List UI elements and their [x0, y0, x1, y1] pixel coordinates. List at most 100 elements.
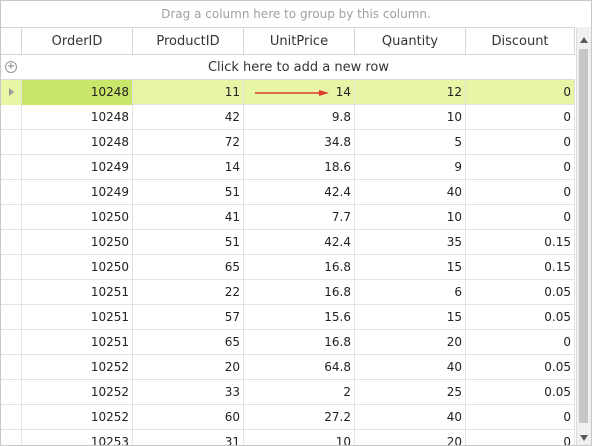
cell-productid[interactable]: 60	[133, 405, 244, 430]
cell-quantity[interactable]: 5	[355, 130, 466, 155]
table-row[interactable]: 10249 51 42.4 40 0	[1, 180, 575, 205]
cell-unitprice[interactable]: 16.8	[244, 255, 355, 280]
row-indicator[interactable]	[1, 255, 22, 280]
cell-productid[interactable]: 20	[133, 355, 244, 380]
cell-unitprice[interactable]: 42.4	[244, 230, 355, 255]
cell-productid[interactable]: 57	[133, 305, 244, 330]
cell-quantity[interactable]: 35	[355, 230, 466, 255]
cell-unitprice[interactable]: 10	[244, 430, 355, 445]
column-header-unitprice[interactable]: UnitPrice	[244, 28, 355, 55]
cell-discount[interactable]: 0.05	[466, 355, 575, 380]
table-row[interactable]: 10252 60 27.2 40 0	[1, 405, 575, 430]
cell-discount[interactable]: 0	[466, 105, 575, 130]
cell-discount[interactable]: 0	[466, 130, 575, 155]
cell-unitprice[interactable]: 2	[244, 380, 355, 405]
cell-productid[interactable]: 51	[133, 230, 244, 255]
cell-discount[interactable]: 0	[466, 80, 575, 105]
cell-productid[interactable]: 22	[133, 280, 244, 305]
cell-unitprice[interactable]: 64.8	[244, 355, 355, 380]
cell-discount[interactable]: 0.05	[466, 280, 575, 305]
row-indicator[interactable]	[1, 380, 22, 405]
cell-orderid[interactable]: 10252	[22, 380, 133, 405]
cell-orderid[interactable]: 10251	[22, 280, 133, 305]
cell-unitprice[interactable]: 34.8	[244, 130, 355, 155]
cell-quantity[interactable]: 25	[355, 380, 466, 405]
table-row[interactable]: 10251 57 15.6 15 0.05	[1, 305, 575, 330]
cell-unitprice[interactable]: 7.7	[244, 205, 355, 230]
cell-quantity[interactable]: 6	[355, 280, 466, 305]
cell-orderid[interactable]: 10250	[22, 255, 133, 280]
cell-orderid[interactable]: 10249	[22, 180, 133, 205]
scroll-down-icon[interactable]	[580, 435, 588, 441]
column-header-discount[interactable]: Discount	[466, 28, 575, 55]
cell-productid[interactable]: 14	[133, 155, 244, 180]
row-indicator[interactable]	[1, 405, 22, 430]
cell-productid[interactable]: 51	[133, 180, 244, 205]
cell-unitprice[interactable]: 16.8	[244, 280, 355, 305]
cell-productid[interactable]: 11	[133, 80, 244, 105]
cell-orderid[interactable]: 10252	[22, 355, 133, 380]
row-indicator[interactable]	[1, 430, 22, 445]
scroll-thumb[interactable]	[579, 49, 588, 423]
table-row[interactable]: 10251 22 16.8 6 0.05	[1, 280, 575, 305]
cell-unitprice[interactable]: 27.2	[244, 405, 355, 430]
cell-unitprice[interactable]: 42.4	[244, 180, 355, 205]
add-new-row-label[interactable]: Click here to add a new row	[22, 55, 575, 80]
cell-quantity[interactable]: 15	[355, 255, 466, 280]
table-row[interactable]: 10251 65 16.8 20 0	[1, 330, 575, 355]
cell-discount[interactable]: 0	[466, 330, 575, 355]
column-header-orderid[interactable]: OrderID	[22, 28, 133, 55]
row-indicator[interactable]	[1, 105, 22, 130]
row-indicator[interactable]	[1, 180, 22, 205]
cell-productid[interactable]: 72	[133, 130, 244, 155]
column-header-quantity[interactable]: Quantity	[355, 28, 466, 55]
cell-discount[interactable]: 0	[466, 205, 575, 230]
add-new-row[interactable]: + Click here to add a new row	[1, 55, 575, 80]
cell-productid[interactable]: 42	[133, 105, 244, 130]
row-indicator[interactable]	[1, 205, 22, 230]
cell-orderid[interactable]: 10250	[22, 205, 133, 230]
cell-quantity[interactable]: 20	[355, 430, 466, 445]
cell-discount[interactable]: 0.15	[466, 230, 575, 255]
cell-quantity[interactable]: 9	[355, 155, 466, 180]
table-row[interactable]: 10250 65 16.8 15 0.15	[1, 255, 575, 280]
cell-unitprice[interactable]: 9.8	[244, 105, 355, 130]
cell-quantity[interactable]: 10	[355, 205, 466, 230]
cell-quantity[interactable]: 12	[355, 80, 466, 105]
cell-quantity[interactable]: 40	[355, 180, 466, 205]
cell-orderid[interactable]: 10253	[22, 430, 133, 445]
cell-unitprice[interactable]: 15.6	[244, 305, 355, 330]
cell-discount[interactable]: 0	[466, 180, 575, 205]
row-indicator[interactable]	[1, 355, 22, 380]
cell-orderid[interactable]: 10250	[22, 230, 133, 255]
cell-orderid[interactable]: 10252	[22, 405, 133, 430]
cell-discount[interactable]: 0.15	[466, 255, 575, 280]
cell-orderid[interactable]: 10248	[22, 80, 133, 105]
scroll-up-icon[interactable]	[580, 37, 588, 43]
cell-orderid[interactable]: 10251	[22, 330, 133, 355]
cell-discount[interactable]: 0.05	[466, 305, 575, 330]
table-row[interactable]: 10252 20 64.8 40 0.05	[1, 355, 575, 380]
cell-unitprice[interactable]: 18.6	[244, 155, 355, 180]
table-row[interactable]: 10248 42 9.8 10 0	[1, 105, 575, 130]
cell-unitprice[interactable]: 16.8	[244, 330, 355, 355]
cell-discount[interactable]: 0	[466, 430, 575, 445]
cell-orderid[interactable]: 10251	[22, 305, 133, 330]
row-indicator[interactable]	[1, 330, 22, 355]
row-indicator[interactable]	[1, 305, 22, 330]
row-indicator[interactable]	[1, 280, 22, 305]
cell-quantity[interactable]: 40	[355, 355, 466, 380]
column-header-productid[interactable]: ProductID	[133, 28, 244, 55]
table-row[interactable]: 10250 51 42.4 35 0.15	[1, 230, 575, 255]
cell-discount[interactable]: 0	[466, 155, 575, 180]
group-panel[interactable]: Drag a column here to group by this colu…	[1, 1, 591, 27]
cell-quantity[interactable]: 20	[355, 330, 466, 355]
row-indicator[interactable]	[1, 230, 22, 255]
row-indicator[interactable]	[1, 155, 22, 180]
table-row[interactable]: 10248 72 34.8 5 0	[1, 130, 575, 155]
cell-quantity[interactable]: 40	[355, 405, 466, 430]
vertical-scrollbar[interactable]	[576, 27, 591, 445]
table-row[interactable]: 10253 31 10 20 0	[1, 430, 575, 445]
cell-productid[interactable]: 65	[133, 255, 244, 280]
cell-productid[interactable]: 31	[133, 430, 244, 445]
